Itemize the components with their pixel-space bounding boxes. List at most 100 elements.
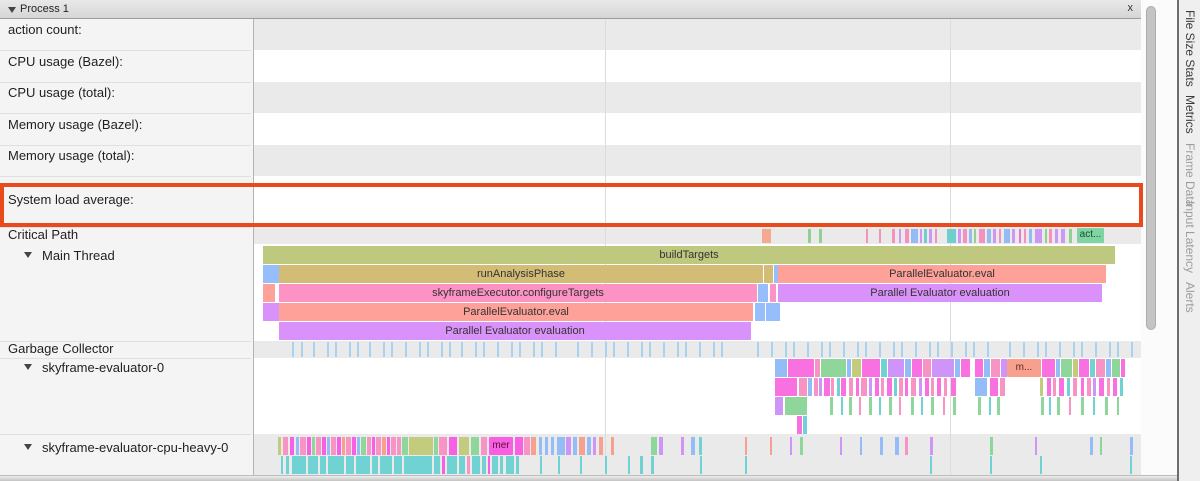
skyframe-evaluator-cpu-heavy-0-event[interactable] (471, 437, 479, 455)
skyframe-evaluator-0-event[interactable] (1121, 359, 1125, 377)
skyframe-evaluator-0-event[interactable] (837, 378, 840, 396)
skyframe-evaluator-0-event[interactable] (808, 378, 812, 396)
critical-path-event[interactable] (819, 229, 822, 243)
flame-block[interactable]: ParallelEvaluator.eval (778, 265, 1106, 283)
skyframe-evaluator-0-event[interactable] (1099, 378, 1104, 396)
gc-event-tick[interactable] (391, 342, 393, 357)
gc-event-tick[interactable] (1131, 342, 1133, 357)
gc-event-tick[interactable] (613, 342, 615, 357)
gc-event-tick[interactable] (1023, 342, 1025, 357)
skyframe-evaluator-0-event[interactable] (984, 359, 990, 377)
skyframe-evaluator-cpu-heavy-0-event[interactable] (930, 437, 933, 455)
collapse-arrow-icon[interactable] (24, 252, 32, 258)
skyframe-evaluator-0-event[interactable] (879, 397, 881, 415)
skyframe-evaluator-0-event[interactable] (1113, 378, 1117, 396)
gc-event-tick[interactable] (533, 342, 535, 357)
skyframe-evaluator-0-event[interactable] (894, 378, 897, 396)
skyframe-evaluator-cpu-heavy-0-event[interactable] (449, 437, 457, 455)
vertical-scrollbar[interactable] (1141, 0, 1177, 475)
skyframe-evaluator-0-event[interactable] (852, 359, 861, 377)
skyframe-evaluator-0-event[interactable] (931, 397, 934, 415)
skyframe-evaluator-0-event[interactable] (1040, 378, 1043, 396)
skyframe-evaluator-cpu-heavy-0-event[interactable] (467, 456, 470, 474)
collapse-arrow-icon[interactable] (24, 364, 32, 370)
skyframe-evaluator-0-event[interactable] (862, 359, 880, 377)
gc-event-tick[interactable] (901, 342, 903, 357)
critical-path-event[interactable] (987, 229, 991, 243)
skyframe-evaluator-cpu-heavy-0-event[interactable] (551, 437, 554, 455)
skyframe-evaluator-0-event[interactable] (815, 359, 820, 377)
gc-event-tick[interactable] (1059, 342, 1061, 357)
gc-event-tick[interactable] (419, 342, 421, 357)
gc-event-tick[interactable] (915, 342, 917, 357)
skyframe-evaluator-0-event[interactable] (1087, 378, 1091, 396)
gc-event-tick[interactable] (973, 342, 975, 357)
skyframe-evaluator-0-event[interactable] (1073, 378, 1077, 396)
skyframe-evaluator-cpu-heavy-0-event[interactable] (307, 437, 311, 455)
gc-event-tick[interactable] (369, 342, 371, 357)
critical-path-event[interactable] (958, 229, 961, 243)
skyframe-evaluator-0-event[interactable] (869, 397, 872, 415)
flame-block[interactable]: runAnalysisPhase (279, 265, 763, 283)
skyframe-evaluator-0-event[interactable] (1105, 397, 1108, 415)
skyframe-evaluator-cpu-heavy-0-event[interactable] (281, 456, 283, 474)
skyframe-evaluator-cpu-heavy-0-event[interactable] (557, 437, 565, 455)
skyframe-evaluator-cpu-heavy-0-event[interactable] (459, 437, 469, 455)
tab-file-size-stats[interactable]: File Size Stats (1183, 10, 1197, 87)
gc-event-tick[interactable] (441, 342, 443, 357)
critical-path-event[interactable] (1024, 229, 1026, 243)
skyframe-evaluator-cpu-heavy-0-event[interactable] (1040, 456, 1042, 474)
skyframe-evaluator-0-event[interactable] (923, 359, 931, 377)
skyframe-evaluator-cpu-heavy-0-event[interactable] (700, 456, 702, 474)
gc-event-tick[interactable] (483, 342, 485, 357)
gc-event-tick[interactable] (591, 342, 593, 357)
skyframe-evaluator-0-event[interactable] (847, 359, 851, 377)
skyframe-evaluator-cpu-heavy-0-event[interactable] (342, 437, 345, 455)
skyframe-evaluator-cpu-heavy-0-event[interactable] (840, 437, 842, 455)
skyframe-evaluator-cpu-heavy-0-event[interactable] (524, 437, 530, 455)
skyframe-evaluator-0-event[interactable] (788, 359, 814, 377)
critical-path-event[interactable] (963, 229, 967, 243)
critical-path-event[interactable] (979, 229, 985, 243)
skyframe-evaluator-cpu-heavy-0-event[interactable] (337, 437, 341, 455)
gc-event-tick[interactable] (349, 342, 351, 357)
gc-event-tick[interactable] (327, 342, 329, 357)
skyframe-evaluator-cpu-heavy-0-event[interactable] (292, 456, 306, 474)
skyframe-evaluator-cpu-heavy-0-event[interactable] (352, 437, 356, 455)
gc-event-tick[interactable] (511, 342, 513, 357)
track-label-skyframe-evaluator-0[interactable]: skyframe-evaluator-0 (42, 361, 164, 375)
skyframe-evaluator-0-event[interactable] (775, 359, 787, 377)
critical-path-event[interactable] (762, 229, 771, 243)
skyframe-evaluator-0-event[interactable] (1079, 359, 1089, 377)
skyframe-evaluator-cpu-heavy-0-event[interactable] (482, 456, 486, 474)
gc-event-tick[interactable] (1081, 342, 1083, 357)
skyframe-evaluator-0-event[interactable] (1120, 378, 1123, 396)
skyframe-evaluator-0-event[interactable] (899, 378, 903, 396)
gc-event-tick[interactable] (497, 342, 499, 357)
skyframe-evaluator-0-event[interactable] (978, 397, 981, 415)
skyframe-evaluator-0-event[interactable] (821, 359, 846, 377)
tab-metrics[interactable]: Metrics (1183, 95, 1197, 134)
flame-block[interactable] (766, 303, 780, 321)
skyframe-evaluator-cpu-heavy-0-event[interactable] (540, 456, 542, 474)
skyframe-evaluator-cpu-heavy-0-event[interactable] (316, 437, 321, 455)
gc-event-tick[interactable] (427, 342, 429, 357)
gc-event-tick[interactable] (475, 342, 477, 357)
skyframe-evaluator-0-event[interactable] (861, 378, 867, 396)
skyframe-evaluator-cpu-heavy-0-event[interactable] (599, 437, 603, 455)
critical-path-event[interactable] (1045, 229, 1047, 243)
gc-event-tick[interactable] (1009, 342, 1011, 357)
critical-path-event[interactable] (808, 229, 811, 243)
gc-event-tick[interactable] (301, 342, 303, 357)
skyframe-evaluator-cpu-heavy-0-event[interactable] (593, 437, 596, 455)
skyframe-evaluator-0-event[interactable] (1047, 378, 1051, 396)
flame-block[interactable] (770, 284, 776, 302)
skyframe-evaluator-cpu-heavy-0-event[interactable] (278, 437, 281, 455)
skyframe-evaluator-cpu-heavy-0-event[interactable] (447, 456, 457, 474)
critical-path-event[interactable] (1049, 229, 1052, 243)
skyframe-evaluator-0-event[interactable] (830, 397, 833, 415)
skyframe-evaluator-0-event[interactable] (1096, 359, 1105, 377)
skyframe-evaluator-cpu-heavy-0-event[interactable] (488, 456, 490, 474)
skyframe-evaluator-cpu-heavy-0-event[interactable] (434, 437, 438, 455)
skyframe-evaluator-0-event[interactable] (1053, 378, 1056, 396)
